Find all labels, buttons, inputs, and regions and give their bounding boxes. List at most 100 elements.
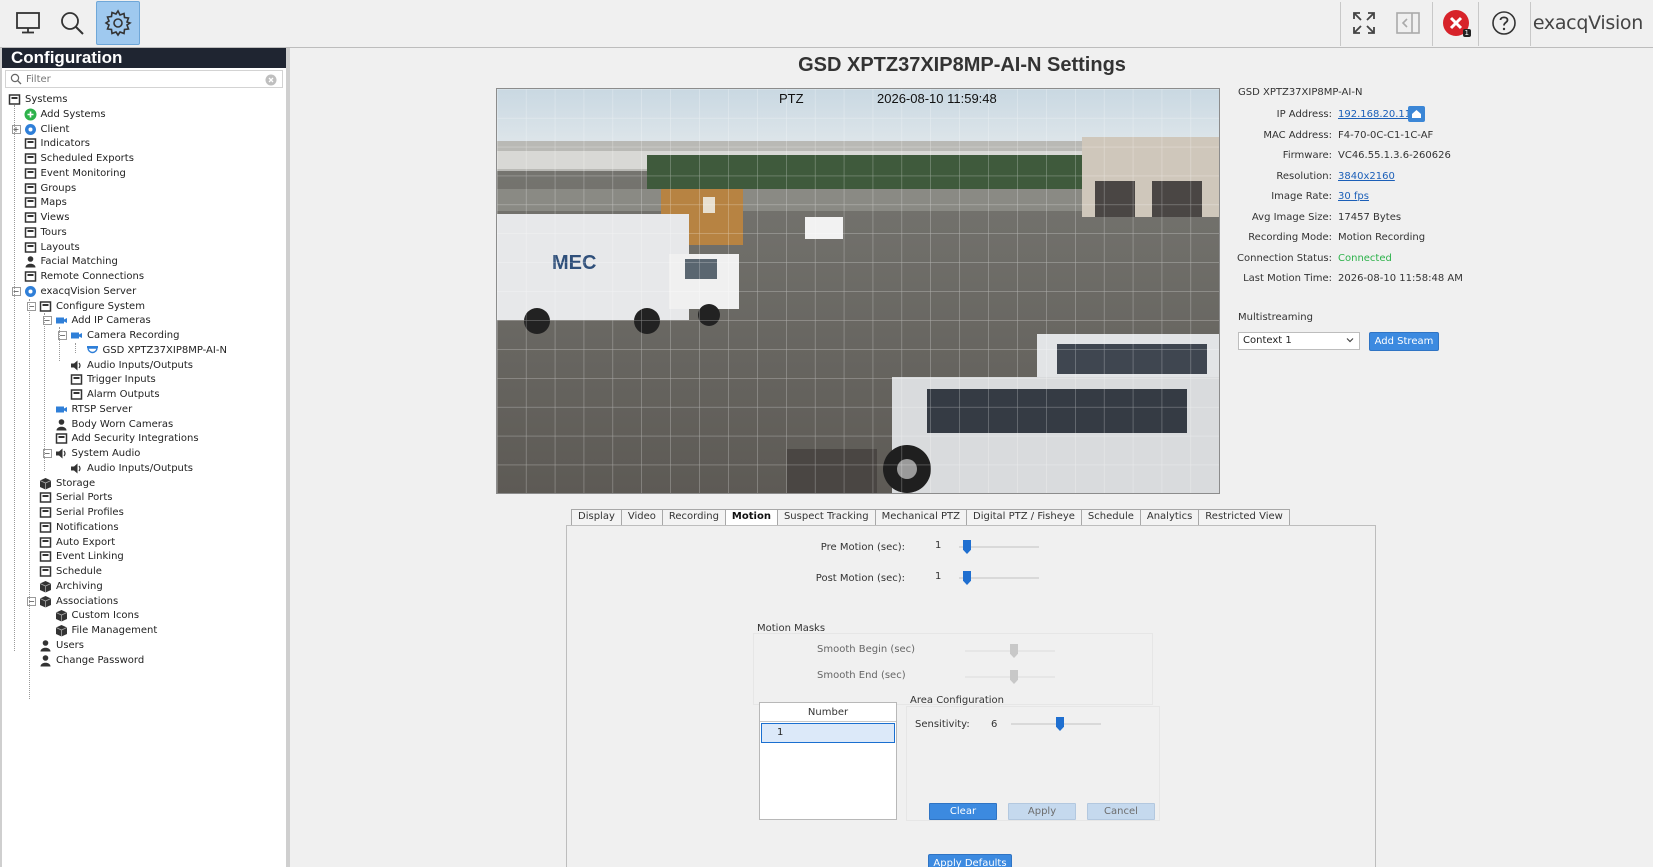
info-value[interactable]: 3840x2160 <box>1338 171 1395 182</box>
slider-thumb[interactable] <box>963 571 971 585</box>
tree-item[interactable]: Facial Matching <box>24 254 118 269</box>
clear-filter-icon[interactable] <box>265 74 277 86</box>
tree-item[interactable]: Body Worn Cameras <box>55 417 173 432</box>
tree-item[interactable]: Custom Icons <box>55 608 139 623</box>
tree-item[interactable]: Notifications <box>39 520 119 535</box>
tab-video[interactable]: Video <box>620 509 663 525</box>
tree-guide-line <box>29 299 30 699</box>
tree-item[interactable]: Serial Ports <box>39 490 113 505</box>
tree-item[interactable]: System Audio <box>55 446 140 461</box>
tree-item[interactable]: Client <box>24 122 69 137</box>
tree-item[interactable]: Event Linking <box>39 549 124 564</box>
slider-thumb[interactable] <box>1010 670 1018 684</box>
export-icon <box>24 152 37 165</box>
tab-schedule[interactable]: Schedule <box>1080 509 1141 525</box>
help-button[interactable] <box>1482 1 1526 45</box>
tree-item[interactable]: Users <box>39 638 84 653</box>
tree-item-label: Change Password <box>56 654 145 666</box>
tree-item[interactable]: Remote Connections <box>24 269 144 284</box>
clear-button[interactable]: Clear <box>929 803 997 820</box>
tree-item[interactable]: Camera Recording <box>70 328 179 343</box>
apply-button[interactable]: Apply <box>1008 803 1076 820</box>
tree-item[interactable]: Associations <box>39 594 118 609</box>
pre-motion-slider[interactable] <box>959 540 1039 554</box>
tree-item[interactable]: Views <box>24 210 69 225</box>
shield-icon <box>55 432 68 445</box>
info-row: Last Motion Time: 2026-08-10 11:58:48 AM <box>1234 273 1463 287</box>
settings-tabs: Display Video Recording Motion Suspect Track… <box>571 509 1290 526</box>
expand-icon[interactable]: + <box>11 124 21 134</box>
tab-suspect-tracking[interactable]: Suspect Tracking <box>776 509 876 525</box>
tree-item[interactable]: File Management <box>55 623 157 638</box>
remote-icon <box>24 270 37 283</box>
tree-item[interactable]: Systems <box>8 92 68 107</box>
osd-mode-label: PTZ <box>779 91 804 106</box>
tab-motion[interactable]: Motion <box>724 509 778 526</box>
tree-item[interactable]: Trigger Inputs <box>70 372 156 387</box>
collapse-icon[interactable]: − <box>11 286 21 296</box>
live-view-button[interactable] <box>6 1 50 45</box>
tree-item[interactable]: Serial Profiles <box>39 505 124 520</box>
info-value[interactable]: 30 fps <box>1338 191 1369 202</box>
smooth-end-slider[interactable] <box>965 670 1055 684</box>
tab-mechanical-ptz[interactable]: Mechanical PTZ <box>874 509 968 525</box>
tree-item[interactable]: Audio Inputs/Outputs <box>70 461 193 476</box>
info-value[interactable]: 192.168.20.115 <box>1338 109 1418 120</box>
tree-item[interactable]: Maps <box>24 195 67 210</box>
tree-item[interactable]: exacqVision Server <box>24 284 136 299</box>
tree-item[interactable]: Storage <box>39 476 95 491</box>
tab-recording[interactable]: Recording <box>661 509 726 525</box>
sensitivity-slider[interactable] <box>1011 717 1101 731</box>
motion-tab-panel: Pre Motion (sec): 1 Post Motion (sec): 1… <box>566 525 1376 867</box>
tab-display[interactable]: Display <box>571 509 622 525</box>
tab-digital-ptz-fisheye[interactable]: Digital PTZ / Fisheye <box>966 509 1082 525</box>
camera-preview[interactable]: MEC PTZ 2026-08-10 11:59:48 <box>496 88 1220 494</box>
open-web-icon[interactable] <box>1408 106 1425 122</box>
tab-restricted-view[interactable]: Restricted View <box>1198 509 1290 525</box>
slider-thumb[interactable] <box>963 540 971 554</box>
tree-item[interactable]: Change Password <box>39 653 144 668</box>
slider-thumb[interactable] <box>1010 644 1018 658</box>
tree-item-label: Audio Inputs/Outputs <box>87 462 194 474</box>
info-row: Avg Image Size: 17457 Bytes <box>1234 212 1454 226</box>
tree-item[interactable]: Alarm Outputs <box>70 387 160 402</box>
slider-thumb[interactable] <box>1056 717 1064 731</box>
archive-icon <box>39 580 52 593</box>
tree-item[interactable]: Schedule <box>39 564 102 579</box>
tree-item[interactable]: Scheduled Exports <box>24 151 134 166</box>
tree-item[interactable]: Indicators <box>24 136 90 151</box>
tree-item[interactable]: Event Monitoring <box>24 166 126 181</box>
tree-item[interactable]: Archiving <box>39 579 103 594</box>
tree-item[interactable]: Add IP Cameras <box>55 313 151 328</box>
apply-defaults-button[interactable]: Apply Defaults <box>928 854 1012 867</box>
tree-item[interactable]: Add Security Integrations <box>55 431 199 446</box>
tree-item-label: Layouts <box>40 241 80 253</box>
tree-item[interactable]: Tours <box>24 225 67 240</box>
tree-item[interactable]: RTSP Server <box>55 402 132 417</box>
tree-item[interactable]: Auto Export <box>39 535 115 550</box>
tree-item[interactable]: Add Systems <box>24 107 106 122</box>
tab-analytics[interactable]: Analytics <box>1139 509 1200 525</box>
info-row: Resolution: 3840x2160 <box>1234 171 1454 185</box>
tree-item[interactable]: Audio Inputs/Outputs <box>70 358 193 373</box>
filter-input[interactable] <box>26 71 266 87</box>
tree-item[interactable]: Layouts <box>24 240 80 255</box>
alerts-button[interactable]: 1 <box>1434 1 1478 45</box>
collapse-panel-button[interactable] <box>1386 1 1430 45</box>
layout-icon <box>24 241 37 254</box>
fullscreen-button[interactable] <box>1342 1 1386 45</box>
config-button[interactable] <box>96 1 140 45</box>
brand-logo: exacqVision <box>1532 12 1643 34</box>
smooth-begin-slider[interactable] <box>965 644 1055 658</box>
table-row[interactable]: 1 <box>761 723 895 743</box>
chevron-down-icon <box>1346 338 1354 343</box>
cancel-button[interactable]: Cancel <box>1087 803 1155 820</box>
context-select[interactable]: Context 1 <box>1238 332 1360 350</box>
add-stream-button[interactable]: Add Stream <box>1369 332 1439 351</box>
tree-item[interactable]: Configure System <box>39 299 145 314</box>
tree-item[interactable]: GSD XPTZ37XIP8MP-AI-N <box>86 343 227 358</box>
slider-track <box>959 546 1039 548</box>
post-motion-slider[interactable] <box>959 571 1039 585</box>
tree-item[interactable]: Groups <box>24 181 76 196</box>
search-button[interactable] <box>50 1 94 45</box>
